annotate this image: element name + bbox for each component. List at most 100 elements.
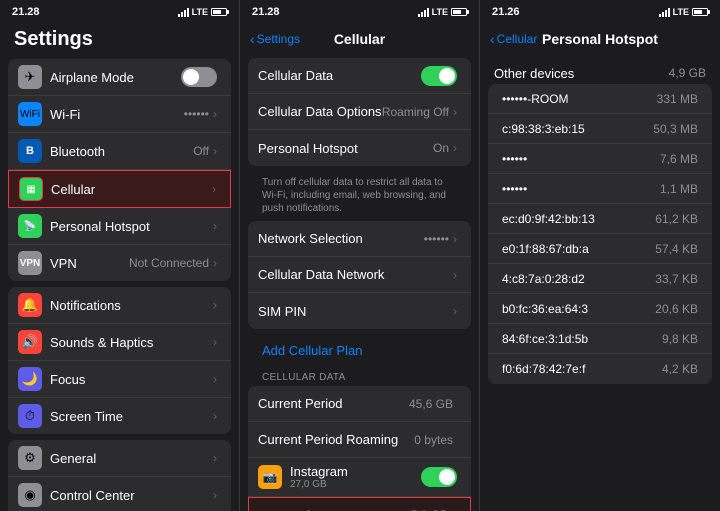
device-value-5: 57,4 KB (655, 242, 698, 256)
personal-hotspot-mid-item[interactable]: Personal Hotspot On › (248, 130, 471, 166)
device-name-4: ec:d0:9f:42:bb:13 (502, 212, 595, 226)
general-label: General (50, 451, 213, 466)
airplane-toggle[interactable] (181, 67, 217, 87)
device-item-5: e0:1f:88:67:db:a 57,4 KB (488, 234, 712, 264)
device-item-8: 84:6f:ce:3:1d:5b 9,8 KB (488, 324, 712, 354)
signal-icon-right (659, 8, 670, 17)
other-devices-header: Other devices 4,9 GB (480, 62, 720, 84)
cellular-mid-group: Network Selection •••••• › Cellular Data… (248, 221, 471, 329)
device-name-2: •••••• (502, 152, 527, 166)
notifications-chevron: › (213, 298, 217, 312)
settings-item-airplane[interactable]: ✈ Airplane Mode (8, 59, 231, 96)
status-bar-left: 21.28 LTE (0, 0, 239, 22)
settings-item-sounds[interactable]: 🔊 Sounds & Haptics › (8, 324, 231, 361)
cellular-data-toggle[interactable] (421, 66, 457, 86)
devices-group: ••••••-ROOM 331 MB c:98:38:3:eb:15 50,3 … (488, 84, 712, 384)
network-selection-item[interactable]: Network Selection •••••• › (248, 221, 471, 257)
cellular-data-group: Current Period 45,6 GB Current Period Ro… (248, 386, 471, 511)
notifications-label: Notifications (50, 298, 213, 313)
settings-groups: ✈ Airplane Mode WiFi Wi-Fi •••••• › B Bl… (0, 59, 239, 511)
device-name-7: b0:fc:36:ea:64:3 (502, 302, 588, 316)
device-name-6: 4:c8:7a:0:28:d2 (502, 272, 585, 286)
device-item-4: ec:d0:9f:42:bb:13 61,2 KB (488, 204, 712, 234)
personal-hotspot-data-item[interactable]: Personal Hotspot 5,3 GB › (248, 497, 471, 511)
cellular-content: Cellular Data Cellular Data Options Roam… (240, 58, 479, 511)
screentime-label: Screen Time (50, 409, 213, 424)
focus-chevron: › (213, 372, 217, 386)
settings-item-vpn[interactable]: VPN VPN Not Connected › (8, 245, 231, 281)
hotspot-nav-header: ‹ Cellular Personal Hotspot (480, 22, 720, 58)
cellular-data-network-item[interactable]: Cellular Data Network › (248, 257, 471, 293)
sounds-chevron: › (213, 335, 217, 349)
screentime-chevron: › (213, 409, 217, 423)
vpn-icon: VPN (18, 251, 42, 275)
settings-item-focus[interactable]: 🌙 Focus › (8, 361, 231, 398)
network-selection-value: •••••• (424, 232, 449, 246)
network-selection-chevron: › (453, 232, 457, 246)
device-value-6: 33,7 KB (655, 272, 698, 286)
current-period-roaming-label: Current Period Roaming (258, 432, 414, 447)
back-label-right: Cellular (497, 32, 538, 46)
bluetooth-icon: B (18, 139, 42, 163)
settings-item-notifications[interactable]: 🔔 Notifications › (8, 287, 231, 324)
instagram-item[interactable]: 📷 Instagram 27,0 GB (248, 458, 471, 497)
general-icon: ⚙ (18, 446, 42, 470)
personal-hotspot-mid-chevron: › (453, 141, 457, 155)
notifications-icon: 🔔 (18, 293, 42, 317)
wifi-label: Wi-Fi (50, 107, 184, 122)
settings-item-general[interactable]: ⚙ General › (8, 440, 231, 477)
settings-item-wifi[interactable]: WiFi Wi-Fi •••••• › (8, 96, 231, 133)
device-name-9: f0:6d:78:42:7e:f (502, 362, 585, 376)
cellular-data-options-item[interactable]: Cellular Data Options Roaming Off › (248, 94, 471, 130)
battery-icon-mid (451, 8, 467, 16)
settings-group-2: 🔔 Notifications › 🔊 Sounds & Haptics › 🌙… (8, 287, 231, 434)
settings-item-screentime[interactable]: ⏱ Screen Time › (8, 398, 231, 434)
settings-item-hotspot[interactable]: 📡 Personal Hotspot › (8, 208, 231, 245)
hotspot-label: Personal Hotspot (50, 219, 213, 234)
device-item-0: ••••••-ROOM 331 MB (488, 84, 712, 114)
cellular-panel: 21.28 LTE ‹ Settings Cellular Cellular D… (240, 0, 480, 511)
sim-pin-item[interactable]: SIM PIN › (248, 293, 471, 329)
cellular-back-button[interactable]: ‹ Settings (250, 31, 300, 47)
cellular-data-options-label: Cellular Data Options (258, 104, 382, 119)
device-value-9: 4,2 KB (662, 362, 698, 376)
instagram-toggle[interactable] (421, 467, 457, 487)
device-item-9: f0:6d:78:42:7e:f 4,2 KB (488, 354, 712, 384)
add-cellular-plan-button[interactable]: Add Cellular Plan (248, 335, 471, 366)
device-value-0: 331 MB (657, 92, 698, 106)
cellular-description: Turn off cellular data to restrict all d… (248, 172, 471, 221)
hotspot-title: Personal Hotspot (542, 31, 658, 47)
vpn-value: Not Connected (129, 256, 209, 270)
device-name-8: 84:6f:ce:3:1d:5b (502, 332, 588, 346)
cellular-data-item[interactable]: Cellular Data (248, 58, 471, 94)
device-value-3: 1,1 MB (660, 182, 698, 196)
sim-pin-chevron: › (453, 304, 457, 318)
battery-icon-left (211, 8, 227, 16)
current-period-label: Current Period (258, 396, 409, 411)
status-icons-mid: LTE (418, 7, 467, 17)
device-name-3: •••••• (502, 182, 527, 196)
general-chevron: › (213, 451, 217, 465)
network-selection-label: Network Selection (258, 231, 424, 246)
settings-item-bluetooth[interactable]: B Bluetooth Off › (8, 133, 231, 170)
device-item-6: 4:c8:7a:0:28:d2 33,7 KB (488, 264, 712, 294)
personal-hotspot-mid-value: On (433, 141, 449, 155)
other-devices-value: 4,9 GB (669, 66, 706, 81)
control-center-icon: ◉ (18, 483, 42, 507)
hotspot-back-button[interactable]: ‹ Cellular (490, 31, 537, 47)
page-title-left: Settings (0, 22, 239, 59)
airplane-label: Airplane Mode (50, 70, 181, 85)
device-item-1: c:98:38:3:eb:15 50,3 MB (488, 114, 712, 144)
device-item-7: b0:fc:36:ea:64:3 20,6 KB (488, 294, 712, 324)
hotspot-panel: 21.26 LTE ‹ Cellular Personal Hotspot Ot… (480, 0, 720, 511)
bluetooth-label: Bluetooth (50, 144, 193, 159)
settings-item-control-center[interactable]: ◉ Control Center › (8, 477, 231, 511)
cellular-data-section-label: CELLULAR DATA (248, 366, 471, 386)
hotspot-chevron: › (213, 219, 217, 233)
other-devices-label: Other devices (494, 66, 574, 81)
settings-item-cellular[interactable]: ▦ Cellular › (8, 170, 231, 208)
status-bar-mid: 21.28 LTE (240, 0, 479, 22)
sounds-label: Sounds & Haptics (50, 335, 213, 350)
back-chevron-mid: ‹ (250, 31, 255, 47)
cellular-nav-header: ‹ Settings Cellular (240, 22, 479, 58)
